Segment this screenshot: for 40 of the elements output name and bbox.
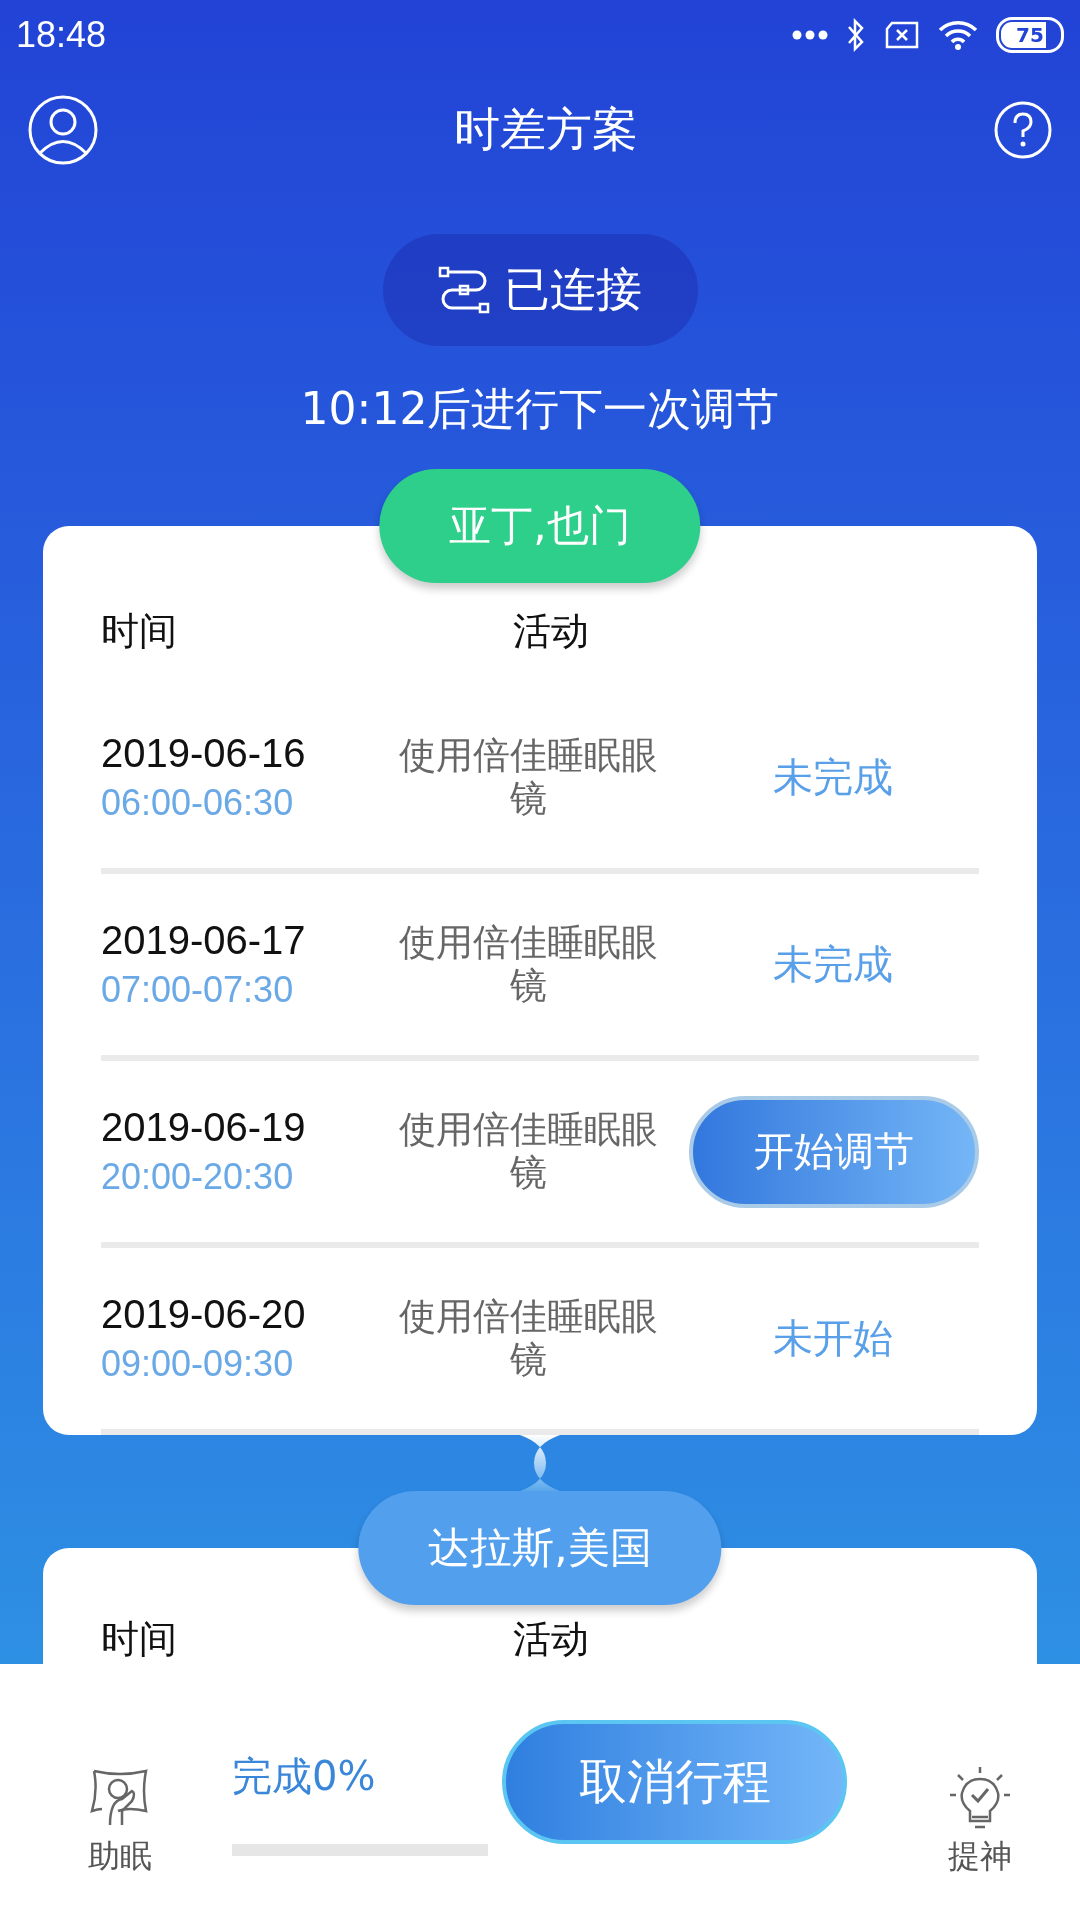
activity-text: 使用倍佳睡眠眼镜 — [398, 1108, 659, 1195]
cancel-trip-button[interactable]: 取消行程 — [502, 1720, 847, 1844]
battery-icon: 75 — [996, 17, 1064, 53]
page-title: 时差方案 — [453, 101, 639, 158]
session-date: 2019-06-20 — [101, 1292, 307, 1337]
help-icon[interactable] — [994, 101, 1052, 159]
session-status: 未完成 — [772, 753, 893, 802]
activity-text: 使用倍佳睡眠眼镜 — [398, 1295, 659, 1382]
countdown-text: 10:12后进行下一次调节 — [300, 382, 780, 436]
wifi-icon — [938, 19, 978, 51]
start-button[interactable]: 开始调节 — [689, 1095, 979, 1208]
city-tab[interactable]: 亚丁,也门 — [379, 469, 701, 583]
sim-icon — [884, 21, 920, 49]
session-time: 20:00-20:30 — [101, 1156, 295, 1198]
session-date: 2019-06-17 — [101, 918, 307, 963]
session-status: 未完成 — [772, 940, 893, 989]
session-time: 09:00-09:30 — [101, 1343, 295, 1385]
city-tab[interactable]: 达拉斯,美国 — [358, 1491, 722, 1605]
column-header: 活动 — [512, 1616, 590, 1663]
link-icon — [438, 266, 490, 314]
column-header: 活动 — [512, 608, 590, 655]
more-icon — [792, 30, 828, 40]
lightbulb-icon[interactable] — [948, 1765, 1012, 1829]
column-header: 时间 — [101, 608, 178, 655]
status-time: 18:48 — [16, 14, 107, 56]
card-connector — [520, 1435, 560, 1491]
connection-label: 已连接 — [504, 261, 642, 318]
session-status: 未开始 — [772, 1314, 893, 1363]
session-date: 2019-06-16 — [101, 731, 307, 776]
profile-icon[interactable] — [28, 95, 98, 165]
progress-label: 完成0% — [232, 1751, 377, 1801]
session-date: 2019-06-19 — [101, 1105, 307, 1150]
session-time: 06:00-06:30 — [101, 782, 295, 824]
bluetooth-icon — [846, 18, 866, 52]
energize-label[interactable]: 提神 — [948, 1835, 1012, 1879]
activity-text: 使用倍佳睡眠眼镜 — [398, 921, 659, 1008]
session-time: 07:00-07:30 — [101, 969, 295, 1011]
activity-text: 使用倍佳睡眠眼镜 — [398, 734, 659, 821]
sleep-label[interactable]: 助眠 — [88, 1835, 152, 1879]
column-header: 时间 — [101, 1616, 178, 1663]
